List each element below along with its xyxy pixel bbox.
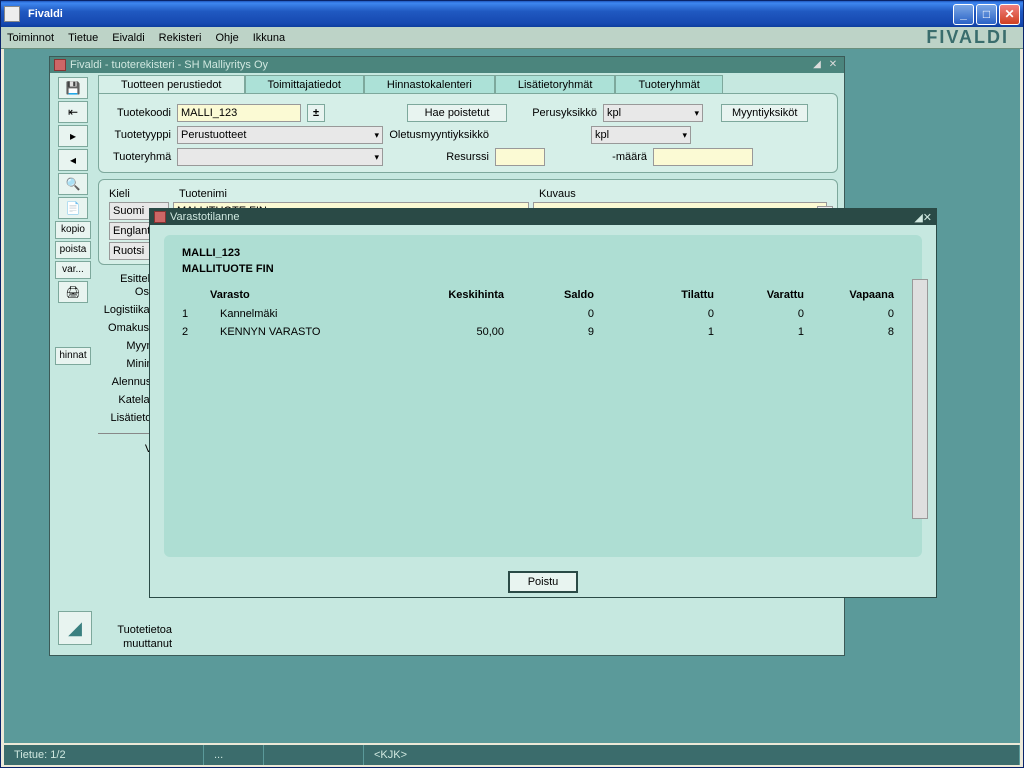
product-window-titlebar: Fivaldi - tuoterekisteri - SH Malliyrity… — [50, 57, 844, 73]
tuotekoodi-input[interactable] — [177, 104, 301, 122]
app-icon — [4, 6, 20, 22]
col-keskihinta: Keskihinta — [424, 289, 514, 301]
status-cell-2: ... — [204, 745, 264, 765]
hae-poistetut-button[interactable]: Hae poistetut — [407, 104, 507, 122]
java-icon — [54, 59, 66, 71]
maximize-button[interactable]: □ — [976, 4, 997, 25]
perusyksikko-select[interactable]: kpl — [603, 104, 703, 122]
tab-tuoteryhmat[interactable]: Tuoteryhmät — [615, 75, 722, 94]
menu-rekisteri[interactable]: Rekisteri — [159, 32, 202, 44]
stock-panel: MALLI_123 MALLITUOTE FIN Varasto Keskihi… — [164, 235, 922, 557]
copy-button[interactable]: kopio — [55, 221, 91, 239]
dropdown-icon[interactable]: ± — [307, 104, 325, 122]
tuotetyyppi-select[interactable]: Perustuotteet — [177, 126, 383, 144]
oletusmyyntiyksikko-select[interactable]: kpl — [591, 126, 691, 144]
label-resurssi: Resurssi — [389, 151, 489, 163]
product-info-panel: Tuotekoodi ± Hae poistetut Perusyksikkö … — [98, 93, 838, 173]
myyntiyksikot-button[interactable]: Myyntiyksiköt — [721, 104, 808, 122]
tab-perustiedot[interactable]: Tuotteen perustiedot — [98, 75, 245, 94]
product-window-title: Fivaldi - tuoterekisteri - SH Malliyrity… — [70, 59, 808, 71]
app-title: Fivaldi — [24, 8, 953, 20]
stock-scrollbar[interactable] — [912, 279, 928, 519]
label-tuoteryhma: Tuoteryhmä — [113, 151, 171, 163]
col-varasto: Varasto — [210, 289, 424, 301]
stock-prod-name: MALLITUOTE FIN — [182, 263, 904, 275]
resurssi-input[interactable] — [495, 148, 545, 166]
brand-logo: FIVALDI — [926, 27, 1009, 48]
poistu-button[interactable]: Poistu — [508, 571, 579, 593]
stock-prod-code: MALLI_123 — [182, 247, 904, 259]
bottom-info: Tuotetietoa muuttanut — [112, 623, 172, 651]
print-icon[interactable]: 🖨 — [58, 281, 88, 303]
stock-titlebar: Varastotilanne ◢ ✕ — [150, 209, 936, 225]
var-button[interactable]: var... — [55, 261, 91, 279]
col-tilattu: Tilattu — [604, 289, 724, 301]
menu-tietue[interactable]: Tietue — [68, 32, 98, 44]
tab-lisatietoryhmat[interactable]: Lisätietoryhmät — [495, 75, 616, 94]
prev2-icon[interactable]: ◂ — [58, 149, 88, 171]
search-icon[interactable]: 🔍 — [58, 173, 88, 195]
stock-close-icon[interactable]: ✕ — [923, 211, 932, 224]
col-saldo: Saldo — [514, 289, 604, 301]
iconify-icon[interactable]: ◢ — [810, 59, 824, 71]
col-kieli: Kieli — [109, 188, 179, 200]
left-toolbar: 💾 ⇤ ▸ ◂ 🔍 📄 kopio poista var... 🖨 hinnat — [54, 77, 92, 365]
status-user: <KJK> — [364, 745, 1020, 765]
save-icon[interactable]: 💾 — [58, 77, 88, 99]
delete-button[interactable]: poista — [55, 241, 91, 259]
menubar: Toiminnot Tietue Eivaldi Rekisteri Ohje … — [1, 27, 1023, 49]
tab-hinnastokalenteri[interactable]: Hinnastokalenteri — [364, 75, 495, 94]
menu-toiminnot[interactable]: Toiminnot — [7, 32, 54, 44]
tabs: Tuotteen perustiedot Toimittajatiedot Hi… — [98, 75, 723, 94]
tab-toimittajatiedot[interactable]: Toimittajatiedot — [245, 75, 364, 94]
menu-fivaldi[interactable]: Eivaldi — [112, 32, 144, 44]
col-tuotenimi: Tuotenimi — [179, 188, 539, 200]
label-tuotekoodi: Tuotekoodi — [113, 107, 171, 119]
minimize-button[interactable]: _ — [953, 4, 974, 25]
col-varattu: Varattu — [724, 289, 814, 301]
hinnat-button[interactable]: hinnat — [55, 347, 91, 365]
label-tuotetyyppi: Tuotetyyppi — [113, 129, 171, 141]
new-icon[interactable]: 📄 — [58, 197, 88, 219]
status-record: Tietue: 1/2 — [4, 745, 204, 765]
stock-iconify-icon[interactable]: ◢ — [914, 211, 922, 224]
java-icon — [154, 211, 166, 223]
tuoteryhma-select[interactable] — [177, 148, 383, 166]
label-perusyksikko: Perusyksikkö — [513, 107, 597, 119]
internal-close-icon[interactable]: ✕ — [826, 59, 840, 71]
statusbar: Tietue: 1/2 ... <KJK> — [4, 745, 1020, 765]
col-vapaana: Vapaana — [814, 289, 904, 301]
label-maara: -määrä — [551, 151, 647, 163]
stock-title: Varastotilanne — [166, 211, 914, 223]
col-kuvaus: Kuvaus — [539, 188, 576, 200]
label-oletusmyyntiyksikko: Oletusmyyntiyksikkö — [389, 129, 489, 141]
stock-table: Varasto Keskihinta Saldo Tilattu Varattu… — [182, 285, 904, 341]
app-titlebar: Fivaldi _ □ ✕ — [1, 1, 1023, 27]
table-row[interactable]: 2 KENNYN VARASTO 50,00 9 1 1 8 — [182, 323, 904, 341]
menu-ohje[interactable]: Ohje — [215, 32, 238, 44]
stock-dialog: Varastotilanne ◢ ✕ MALLI_123 MALLITUOTE … — [149, 208, 937, 598]
close-button[interactable]: ✕ — [999, 4, 1020, 25]
status-cell-3 — [264, 745, 364, 765]
maara-input[interactable] — [653, 148, 753, 166]
menu-ikkuna[interactable]: Ikkuna — [253, 32, 285, 44]
next-icon[interactable]: ▸ — [58, 125, 88, 147]
app-logo-icon: ◢ — [58, 611, 92, 645]
prev-icon[interactable]: ⇤ — [58, 101, 88, 123]
table-row[interactable]: 1 Kannelmäki 0 0 0 0 — [182, 305, 904, 323]
